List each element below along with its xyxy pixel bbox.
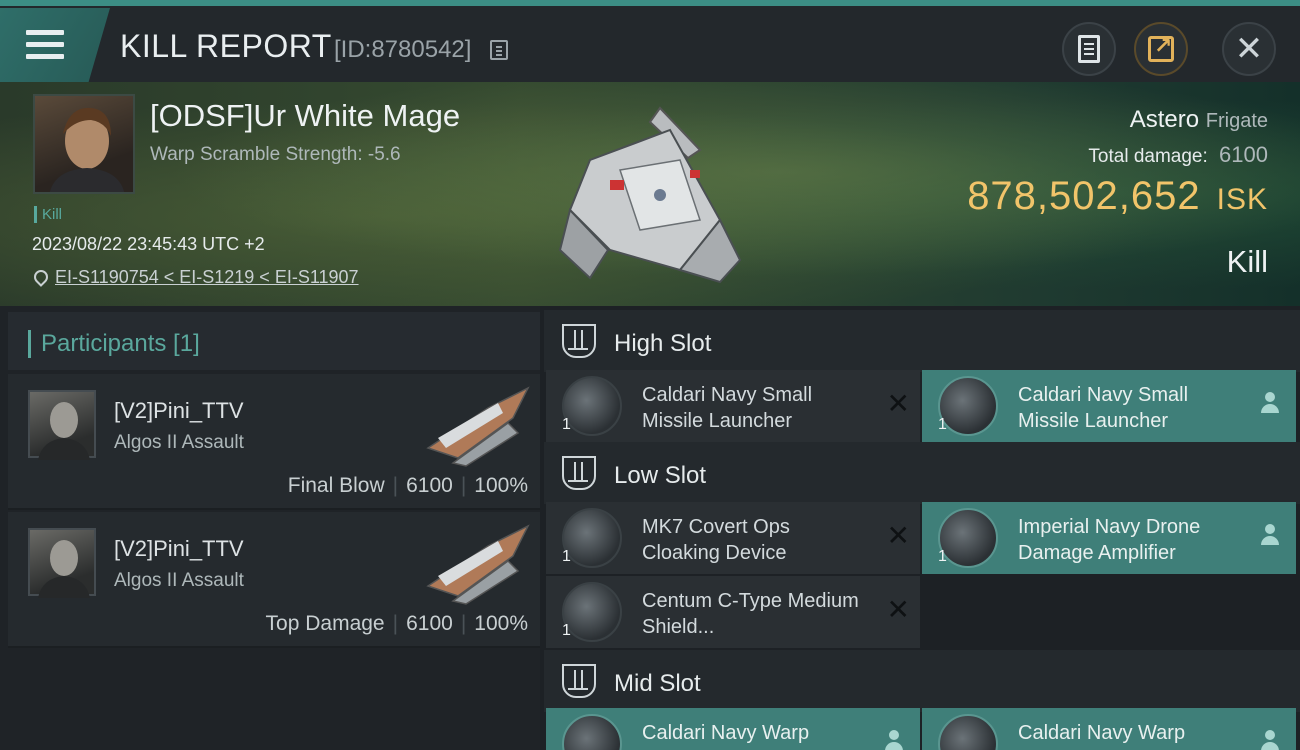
- report-id: [ID:8780542]: [334, 36, 472, 63]
- slot-name: Low Slot: [614, 462, 707, 489]
- close-icon: ✕: [1234, 30, 1264, 68]
- person-icon: [1260, 524, 1280, 546]
- isk-value: 878,502,652 ISK: [967, 174, 1268, 219]
- participants-title: Participants [1]: [28, 330, 200, 358]
- module-item[interactable]: 1 Centum C-Type Medium Shield... ✕: [546, 576, 920, 648]
- slot-name: High Slot: [614, 330, 712, 357]
- location-pin-icon: [33, 270, 47, 286]
- module-item[interactable]: 1 Imperial Navy Drone Damage Amplifier: [922, 502, 1296, 574]
- participant-row[interactable]: [V2]Pini_TTV Algos II Assault Top Damage…: [8, 512, 540, 648]
- warp-module-icon: [562, 714, 622, 750]
- victim-banner: [ODSF]Ur White Mage Warp Scramble Streng…: [0, 82, 1300, 306]
- kill-tag: Kill: [34, 206, 62, 223]
- participant-ship-image: [418, 378, 538, 468]
- victim-ship-image: [550, 100, 750, 290]
- ship-name: Astero: [1129, 106, 1200, 133]
- item-name: Caldari Navy Warp: [642, 722, 810, 744]
- victim-ship: Astero Frigate: [1130, 106, 1268, 134]
- share-button[interactable]: [1134, 22, 1188, 76]
- share-icon: [1148, 33, 1174, 62]
- participant-damage: 6100: [406, 612, 453, 635]
- participant-portrait[interactable]: [28, 390, 96, 460]
- person-icon: [1260, 730, 1280, 750]
- missile-launcher-icon: [562, 376, 622, 436]
- item-name: Caldari Navy Small Missile Launcher: [642, 384, 813, 432]
- menu-button[interactable]: [0, 8, 110, 84]
- person-icon: [1260, 392, 1280, 414]
- top-bar: KILL REPORT [ID:8780542] ✕: [0, 0, 1300, 84]
- item-quantity: 1: [938, 548, 947, 565]
- module-item[interactable]: 1 MK7 Covert Ops Cloaking Device ✕: [546, 502, 920, 574]
- participant-role: Top Damage: [265, 612, 385, 635]
- participant-name[interactable]: [V2]Pini_TTV: [114, 398, 244, 424]
- cloaking-device-icon: [562, 508, 622, 568]
- mid-slot-header: Mid Slot: [544, 650, 1300, 712]
- total-damage: Total damage: 6100: [1088, 142, 1268, 168]
- drone-damage-amplifier-icon: [938, 508, 998, 568]
- kill-timestamp: 2023/08/22 23:45:43 UTC +2: [32, 234, 265, 254]
- kill-location[interactable]: EI-S1190754 < EI-S1219 < EI-S11907: [33, 267, 359, 288]
- item-name: Imperial Navy Drone Damage Amplifier: [1018, 516, 1201, 564]
- module-item[interactable]: 1 Caldari Navy Small Missile Launcher: [922, 370, 1296, 442]
- document-icon: [1078, 35, 1100, 63]
- item-quantity: 1: [562, 416, 571, 433]
- participant-percent: 100%: [474, 474, 528, 497]
- participant-damage: 6100: [406, 474, 453, 497]
- participant-stats: Final Blow | 6100 | 100%: [287, 474, 528, 497]
- shield-extender-icon: [562, 582, 622, 642]
- hamburger-icon[interactable]: [26, 30, 64, 60]
- slot-icon: [562, 664, 596, 698]
- total-damage-label: Total damage:: [1088, 146, 1208, 167]
- isk-unit: ISK: [1216, 183, 1268, 216]
- module-item[interactable]: 1 Caldari Navy Small Missile Launcher ✕: [546, 370, 920, 442]
- warp-scramble-strength: Warp Scramble Strength: -5.6: [150, 144, 401, 165]
- victim-portrait[interactable]: [33, 94, 135, 194]
- participant-ship: Algos II Assault: [114, 570, 244, 591]
- slot-icon: [562, 324, 596, 358]
- module-item[interactable]: 1 Caldari Navy Warp: [546, 708, 920, 750]
- item-name: Caldari Navy Warp: [1018, 722, 1186, 744]
- participant-stats: Top Damage | 6100 | 100%: [265, 612, 528, 635]
- page-title: KILL REPORT: [120, 28, 332, 64]
- participant-name[interactable]: [V2]Pini_TTV: [114, 536, 244, 562]
- low-slot-header: Low Slot: [544, 442, 1300, 504]
- item-quantity: 1: [562, 548, 571, 565]
- participant-ship: Algos II Assault: [114, 432, 244, 453]
- fitting-panel: High Slot 1 Caldari Navy Small Missile L…: [544, 306, 1300, 750]
- missile-launcher-icon: [938, 376, 998, 436]
- participants-panel: Participants [1] [V2]Pini_TTV Algos II A…: [0, 306, 540, 750]
- victim-name[interactable]: [ODSF]Ur White Mage: [150, 98, 460, 134]
- ship-class: Frigate: [1205, 110, 1268, 132]
- participants-header: Participants [1]: [8, 312, 540, 370]
- document-button[interactable]: [1062, 22, 1116, 76]
- result-label: Kill: [1226, 244, 1268, 279]
- item-name: MK7 Covert Ops Cloaking Device: [642, 516, 790, 564]
- participant-percent: 100%: [474, 612, 528, 635]
- participant-ship-image: [418, 516, 538, 606]
- module-item[interactable]: 1 Caldari Navy Warp: [922, 708, 1296, 750]
- high-slot-header: High Slot: [544, 310, 1300, 372]
- location-link[interactable]: EI-S1190754 < EI-S1219 < EI-S11907: [55, 267, 359, 288]
- item-name: Caldari Navy Small Missile Launcher: [1018, 384, 1189, 432]
- participant-row[interactable]: [V2]Pini_TTV Algos II Assault Final Blow…: [8, 374, 540, 510]
- close-button[interactable]: ✕: [1222, 22, 1276, 76]
- copy-icon[interactable]: [490, 40, 508, 60]
- destroyed-x-icon: ✕: [886, 520, 910, 551]
- slot-name: Mid Slot: [614, 670, 701, 697]
- participant-portrait[interactable]: [28, 528, 96, 598]
- warp-module-icon: [938, 714, 998, 750]
- destroyed-x-icon: ✕: [886, 388, 910, 419]
- item-name: Centum C-Type Medium Shield...: [642, 590, 859, 638]
- slot-icon: [562, 456, 596, 490]
- total-damage-value: 6100: [1219, 142, 1268, 167]
- destroyed-x-icon: ✕: [886, 594, 910, 625]
- participant-role: Final Blow: [287, 474, 385, 497]
- isk-amount: 878,502,652: [967, 174, 1201, 218]
- item-quantity: 1: [938, 416, 947, 433]
- person-icon: [884, 730, 904, 750]
- item-quantity: 1: [562, 622, 571, 639]
